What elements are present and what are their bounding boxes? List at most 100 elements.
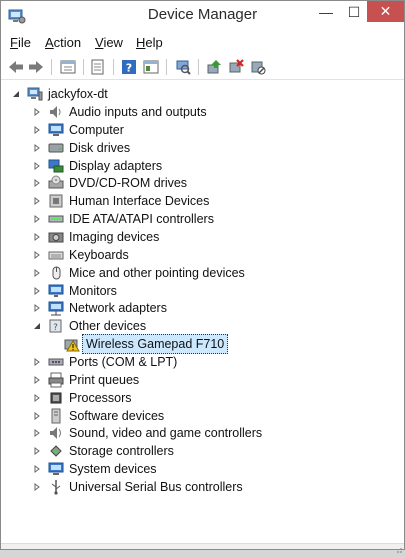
close-button[interactable]: ✕ <box>367 1 404 22</box>
tree-item-label: DVD/CD-ROM drives <box>69 176 188 191</box>
show-hide-icon[interactable] <box>89 58 107 76</box>
menu-help[interactable]: Help <box>136 35 163 50</box>
collapsed-arrow-icon[interactable] <box>32 482 42 492</box>
category-sound-video-and-game-controllers[interactable]: Sound, video and game controllers <box>32 424 262 442</box>
collapsed-arrow-icon[interactable] <box>32 428 42 438</box>
category-human-interface-devices[interactable]: Human Interface Devices <box>32 192 209 210</box>
menu-file[interactable]: File <box>10 35 31 50</box>
expanded-arrow-icon[interactable] <box>32 321 42 331</box>
camera-icon <box>48 229 64 245</box>
sound-icon <box>48 425 64 441</box>
collapsed-arrow-icon[interactable] <box>32 464 42 474</box>
collapsed-arrow-icon[interactable] <box>32 357 42 367</box>
title-bar[interactable]: Device Manager — ☐ ✕ <box>1 1 404 31</box>
category-universal-serial-bus-controllers[interactable]: Universal Serial Bus controllers <box>32 478 243 496</box>
tree-item-label: Ports (COM & LPT) <box>69 354 178 369</box>
category-display-adapters[interactable]: Display adapters <box>32 157 162 175</box>
hid-icon <box>48 193 64 209</box>
collapsed-arrow-icon[interactable] <box>32 375 42 385</box>
category-computer[interactable]: Computer <box>32 121 124 139</box>
resize-grip-icon[interactable] <box>394 540 402 553</box>
device-item-wireless-gamepad-f710[interactable]: Wireless Gamepad F710 <box>64 334 229 355</box>
menu-file-label: ile <box>17 35 31 50</box>
tree-item-label: Human Interface Devices <box>69 194 210 209</box>
display-adapter-icon <box>48 158 64 174</box>
device-tree[interactable]: jackyfox-dt Audio inputs and outputs Comp… <box>1 81 404 549</box>
tree-item-label: Disk drives <box>69 140 131 155</box>
maximize-icon: ☐ <box>347 3 361 20</box>
toolbar-separator <box>51 59 52 75</box>
menu-view[interactable]: View <box>95 35 123 50</box>
collapsed-arrow-icon[interactable] <box>32 232 42 242</box>
category-system-devices[interactable]: System devices <box>32 460 157 478</box>
help-icon[interactable]: ? <box>120 58 138 76</box>
uninstall-icon[interactable] <box>227 58 245 76</box>
scan-hardware-icon[interactable] <box>174 58 192 76</box>
tree-item-label: Storage controllers <box>69 444 174 459</box>
collapsed-arrow-icon[interactable] <box>32 196 42 206</box>
toolbar-separator <box>166 59 167 75</box>
tree-item-label: Processors <box>69 390 132 405</box>
status-strip <box>1 540 404 553</box>
category-network-adapters[interactable]: Network adapters <box>32 299 167 317</box>
collapsed-arrow-icon[interactable] <box>32 125 42 135</box>
properties-icon[interactable] <box>59 58 77 76</box>
mouse-icon <box>48 265 64 281</box>
menu-action-accel: A <box>45 35 54 50</box>
collapsed-arrow-icon[interactable] <box>32 268 42 278</box>
tree-item-label: System devices <box>69 462 157 476</box>
tree-root[interactable]: jackyfox-dt <box>11 85 108 103</box>
update-driver-icon[interactable] <box>205 58 223 76</box>
collapsed-arrow-icon[interactable] <box>32 303 42 313</box>
minimize-icon: — <box>319 4 333 20</box>
collapsed-arrow-icon[interactable] <box>32 107 42 117</box>
category-ide-ata-atapi-controllers[interactable]: IDE ATA/ATAPI controllers <box>32 210 214 228</box>
menu-action[interactable]: Action <box>45 35 81 50</box>
category-monitors[interactable]: Monitors <box>32 282 117 300</box>
expanded-arrow-icon[interactable] <box>11 89 21 99</box>
collapsed-arrow-icon[interactable] <box>32 393 42 403</box>
maximize-button[interactable]: ☐ <box>340 1 368 23</box>
collapsed-arrow-icon[interactable] <box>32 286 42 296</box>
unknown-device-icon: ? <box>48 318 64 334</box>
minimize-button[interactable]: — <box>312 1 340 23</box>
collapsed-arrow-icon[interactable] <box>32 250 42 260</box>
category-print-queues[interactable]: Print queues <box>32 371 139 389</box>
back-icon[interactable] <box>7 58 25 76</box>
computer-icon <box>48 122 64 138</box>
collapsed-arrow-icon[interactable] <box>32 178 42 188</box>
collapsed-arrow-icon[interactable] <box>32 161 42 171</box>
forward-icon[interactable] <box>27 58 45 76</box>
toolbar-separator <box>83 59 84 75</box>
dvd-drive-icon <box>48 175 64 191</box>
console-icon[interactable] <box>142 58 160 76</box>
collapsed-arrow-icon[interactable] <box>32 214 42 224</box>
tree-item-label: Audio inputs and outputs <box>69 105 207 119</box>
category-ports-com-lpt[interactable]: Ports (COM & LPT) <box>32 353 177 371</box>
svg-text:?: ? <box>53 323 58 333</box>
monitor-icon <box>48 283 64 299</box>
category-dvd-cd-rom-drives[interactable]: DVD/CD-ROM drives <box>32 174 187 192</box>
collapsed-arrow-icon[interactable] <box>32 411 42 421</box>
tree-item-label: Network adapters <box>69 301 167 316</box>
processor-icon <box>48 390 64 406</box>
category-mice-and-other-pointing-devices[interactable]: Mice and other pointing devices <box>32 264 245 282</box>
system-device-icon <box>48 461 64 477</box>
category-keyboards[interactable]: Keyboards <box>32 246 129 264</box>
tree-item-label: Universal Serial Bus controllers <box>69 479 243 494</box>
tree-item-label: Mice and other pointing devices <box>69 265 245 280</box>
category-audio-inputs-and-outputs[interactable]: Audio inputs and outputs <box>32 103 207 121</box>
category-other-devices[interactable]: ? Other devices <box>32 317 146 335</box>
category-processors[interactable]: Processors <box>32 389 132 407</box>
collapsed-arrow-icon[interactable] <box>32 446 42 456</box>
category-disk-drives[interactable]: Disk drives <box>32 139 130 157</box>
category-software-devices[interactable]: Software devices <box>32 407 164 425</box>
menu-view-label: iew <box>103 35 123 50</box>
collapsed-arrow-icon[interactable] <box>32 143 42 153</box>
category-imaging-devices[interactable]: Imaging devices <box>32 228 159 246</box>
toolbar: ? <box>1 54 404 80</box>
category-storage-controllers[interactable]: Storage controllers <box>32 442 174 460</box>
keyboard-icon <box>48 247 64 263</box>
tree-item-label: Computer <box>69 122 124 137</box>
disable-device-icon[interactable] <box>249 58 267 76</box>
